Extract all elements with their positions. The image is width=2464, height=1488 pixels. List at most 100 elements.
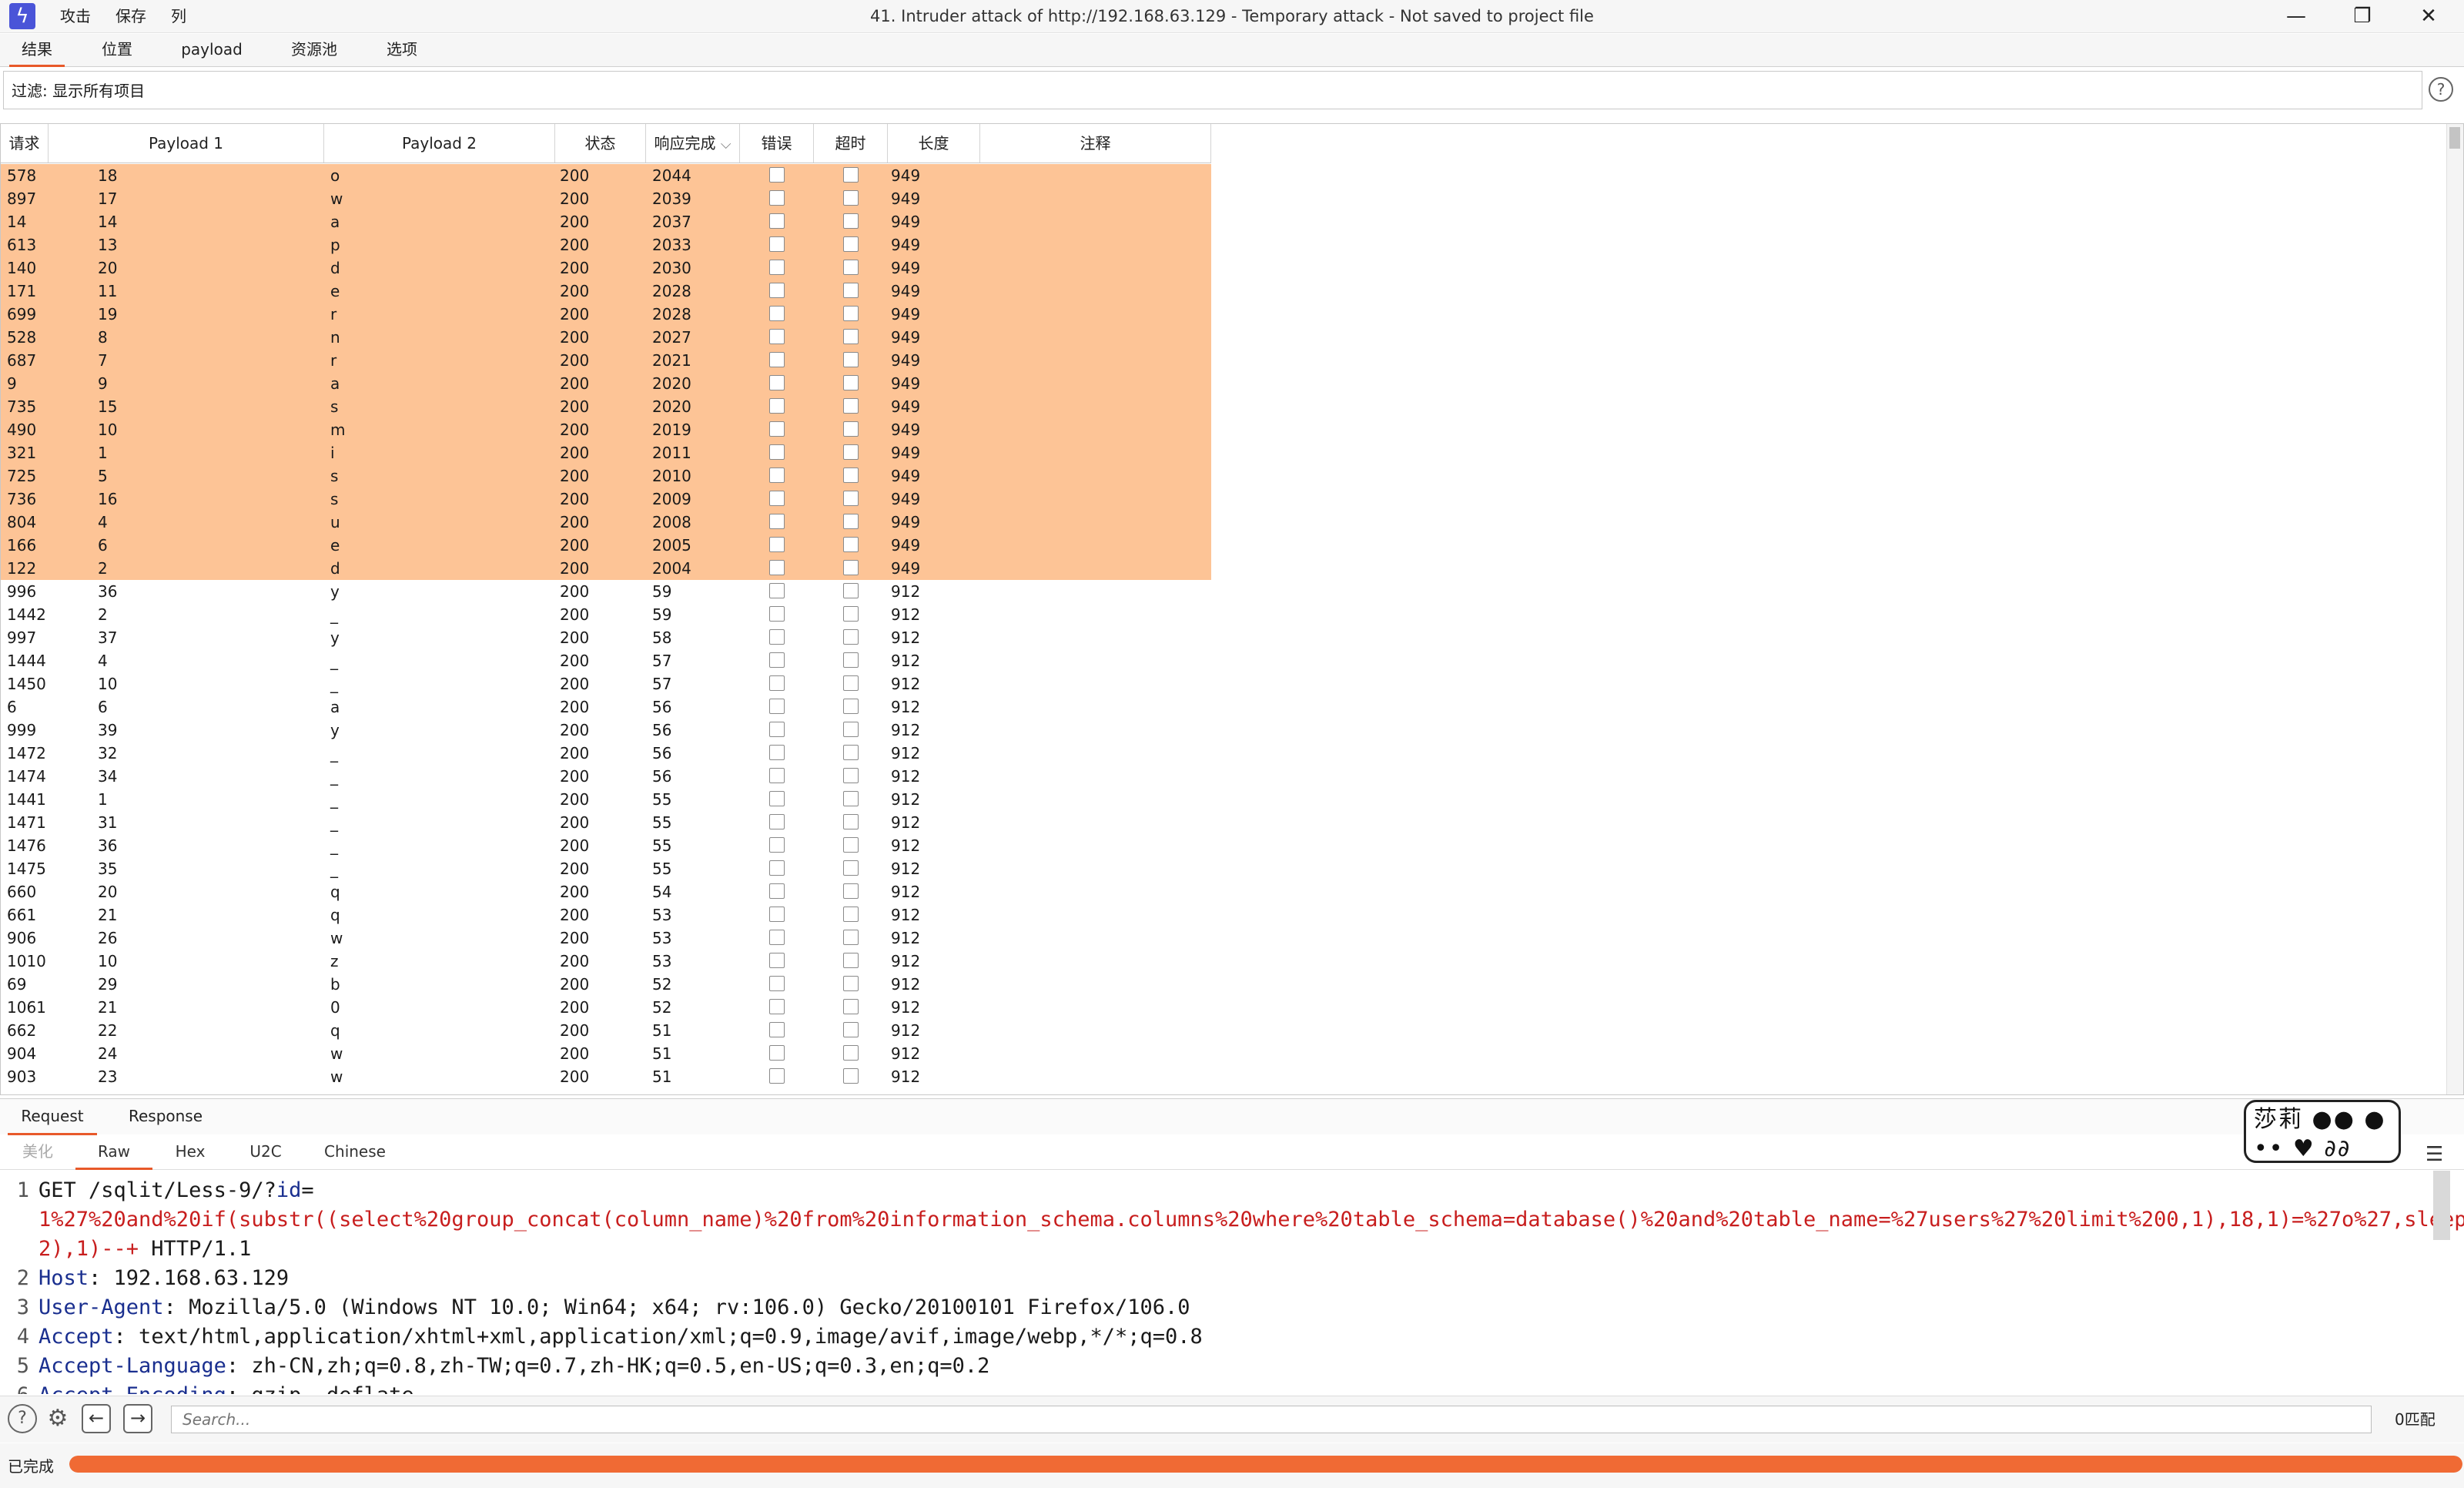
error-checkbox[interactable] [769, 745, 785, 760]
table-row[interactable]: 897 17 w 200 2039 949 [1, 187, 1211, 210]
editor-scrollbar[interactable] [2433, 1171, 2450, 1240]
error-checkbox[interactable] [769, 907, 785, 922]
table-row[interactable]: 1061 21 0 200 52 912 [1, 996, 1211, 1019]
error-checkbox[interactable] [769, 1045, 785, 1061]
column-request[interactable]: 请求 [1, 124, 49, 163]
error-checkbox[interactable] [769, 468, 785, 483]
error-checkbox[interactable] [769, 883, 785, 899]
timeout-checkbox[interactable] [843, 352, 859, 367]
table-row[interactable]: 1471 31 _ 200 55 912 [1, 811, 1211, 834]
column-payload-1[interactable]: Payload 1 [49, 124, 324, 163]
table-row[interactable]: 1441 1 _ 200 55 912 [1, 788, 1211, 811]
table-row[interactable]: 996 36 y 200 59 912 [1, 580, 1211, 603]
timeout-checkbox[interactable] [843, 860, 859, 876]
error-checkbox[interactable] [769, 444, 785, 460]
minimize-button[interactable]: — [2264, 0, 2328, 32]
timeout-checkbox[interactable] [843, 213, 859, 229]
error-checkbox[interactable] [769, 675, 785, 691]
table-row[interactable]: 171 11 e 200 2028 949 [1, 280, 1211, 303]
table-scrollbar[interactable] [2446, 124, 2463, 1094]
timeout-checkbox[interactable] [843, 745, 859, 760]
table-row[interactable]: 140 20 d 200 2030 949 [1, 256, 1211, 280]
menu-columns[interactable]: 列 [171, 0, 186, 32]
column-comment[interactable]: 注释 [980, 124, 1211, 163]
table-row[interactable]: 903 23 w 200 51 912 [1, 1065, 1211, 1088]
column-length[interactable]: 长度 [888, 124, 980, 163]
timeout-checkbox[interactable] [843, 167, 859, 183]
table-scrollbar-thumb[interactable] [2449, 127, 2460, 149]
error-checkbox[interactable] [769, 814, 785, 829]
error-checkbox[interactable] [769, 375, 785, 390]
close-button[interactable]: ✕ [2396, 0, 2461, 32]
timeout-checkbox[interactable] [843, 190, 859, 206]
error-checkbox[interactable] [769, 190, 785, 206]
table-row[interactable]: 528 8 n 200 2027 949 [1, 326, 1211, 349]
timeout-checkbox[interactable] [843, 375, 859, 390]
timeout-checkbox[interactable] [843, 722, 859, 737]
column-status[interactable]: 状态 [555, 124, 646, 163]
error-checkbox[interactable] [769, 999, 785, 1014]
table-row[interactable]: 1472 32 _ 200 56 912 [1, 742, 1211, 765]
timeout-checkbox[interactable] [843, 791, 859, 806]
table-row[interactable]: 1450 10 _ 200 57 912 [1, 672, 1211, 695]
table-row[interactable]: 662 22 q 200 51 912 [1, 1019, 1211, 1042]
timeout-checkbox[interactable] [843, 1022, 859, 1037]
tab-resource-pool[interactable]: 资源池 [277, 34, 351, 65]
timeout-checkbox[interactable] [843, 1045, 859, 1061]
error-checkbox[interactable] [769, 722, 785, 737]
timeout-checkbox[interactable] [843, 999, 859, 1014]
error-checkbox[interactable] [769, 398, 785, 414]
timeout-checkbox[interactable] [843, 283, 859, 298]
table-row[interactable]: 9 9 a 200 2020 949 [1, 372, 1211, 395]
gear-icon[interactable]: ⚙ [43, 1404, 72, 1433]
timeout-checkbox[interactable] [843, 837, 859, 853]
error-checkbox[interactable] [769, 560, 785, 575]
error-checkbox[interactable] [769, 583, 785, 598]
tab-pretty[interactable]: 美化 [11, 1135, 65, 1168]
next-match-button[interactable]: → [123, 1404, 152, 1433]
table-row[interactable]: 725 5 s 200 2010 949 [1, 464, 1211, 488]
timeout-checkbox[interactable] [843, 468, 859, 483]
timeout-checkbox[interactable] [843, 953, 859, 968]
timeout-checkbox[interactable] [843, 398, 859, 414]
error-checkbox[interactable] [769, 352, 785, 367]
error-checkbox[interactable] [769, 1068, 785, 1084]
table-row[interactable]: 578 18 o 200 2044 949 [1, 164, 1211, 187]
error-checkbox[interactable] [769, 236, 785, 252]
timeout-checkbox[interactable] [843, 260, 859, 275]
timeout-checkbox[interactable] [843, 306, 859, 321]
error-checkbox[interactable] [769, 629, 785, 645]
timeout-checkbox[interactable] [843, 491, 859, 506]
table-row[interactable]: 1010 10 z 200 53 912 [1, 950, 1211, 973]
error-checkbox[interactable] [769, 1022, 785, 1037]
table-row[interactable]: 999 39 y 200 56 912 [1, 719, 1211, 742]
error-checkbox[interactable] [769, 860, 785, 876]
search-input[interactable] [171, 1406, 2372, 1433]
error-checkbox[interactable] [769, 514, 785, 529]
timeout-checkbox[interactable] [843, 699, 859, 714]
timeout-checkbox[interactable] [843, 814, 859, 829]
column-response-completed[interactable]: 响应完成 ⌵ [646, 124, 740, 163]
error-checkbox[interactable] [769, 699, 785, 714]
error-checkbox[interactable] [769, 791, 785, 806]
table-row[interactable]: 699 19 r 200 2028 949 [1, 303, 1211, 326]
error-checkbox[interactable] [769, 953, 785, 968]
request-editor[interactable]: 1 GET /sqlit/Less-9/?id= 1%27%20and%20if… [0, 1171, 2464, 1394]
error-checkbox[interactable] [769, 930, 785, 945]
column-timeout[interactable]: 超时 [814, 124, 888, 163]
column-error[interactable]: 错误 [740, 124, 814, 163]
tab-results[interactable]: 结果 [9, 34, 65, 67]
timeout-checkbox[interactable] [843, 976, 859, 991]
table-row[interactable]: 736 16 s 200 2009 949 [1, 488, 1211, 511]
table-row[interactable]: 997 37 y 200 58 912 [1, 626, 1211, 649]
filter-bar[interactable]: 过滤: 显示所有项目 [3, 71, 2422, 109]
timeout-checkbox[interactable] [843, 768, 859, 783]
tab-chinese[interactable]: Chinese [314, 1135, 396, 1168]
table-row[interactable]: 1476 36 _ 200 55 912 [1, 834, 1211, 857]
table-row[interactable]: 687 7 r 200 2021 949 [1, 349, 1211, 372]
error-checkbox[interactable] [769, 537, 785, 552]
table-row[interactable]: 906 26 w 200 53 912 [1, 927, 1211, 950]
tab-options[interactable]: 选项 [374, 34, 430, 65]
help-icon[interactable]: ? [8, 1404, 37, 1433]
error-checkbox[interactable] [769, 491, 785, 506]
